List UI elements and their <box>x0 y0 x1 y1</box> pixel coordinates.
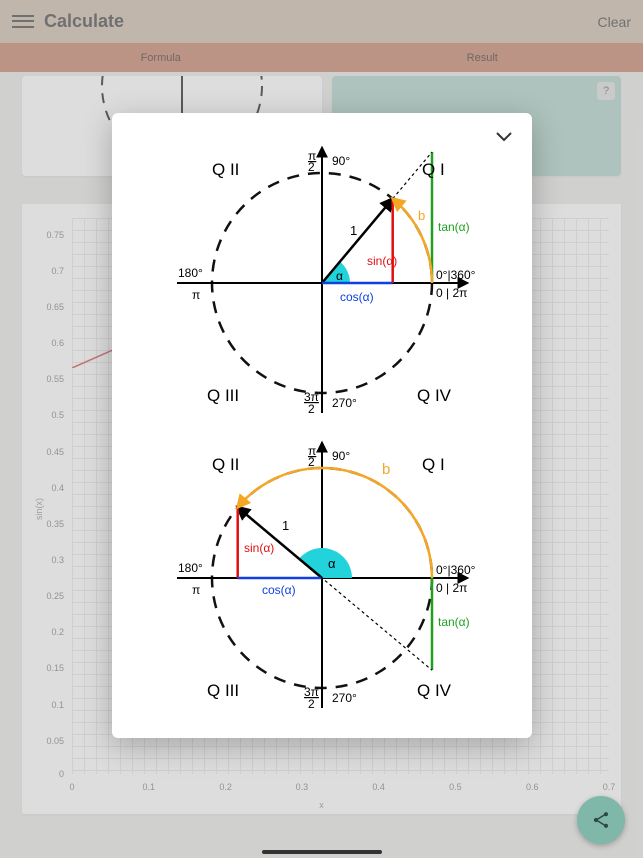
quadrant-label: Q III <box>207 386 239 405</box>
axis-label: 2 <box>308 402 315 416</box>
chevron-down-icon <box>494 127 514 147</box>
axis-label: 90° <box>332 154 350 168</box>
axis-label: 2 <box>308 160 315 174</box>
axis-label: 0°|360° <box>436 563 476 577</box>
value-label: tan(α) <box>438 220 470 234</box>
share-button[interactable] <box>577 796 625 844</box>
value-label: cos(α) <box>340 290 374 304</box>
close-button[interactable] <box>494 127 514 147</box>
axis-label: 0 | 2π <box>436 581 467 595</box>
quadrant-label: Q I <box>422 455 445 474</box>
axis-label: 90° <box>332 449 350 463</box>
axis-label: 2 <box>308 697 315 711</box>
value-label: b <box>418 208 425 223</box>
quadrant-label: Q III <box>207 681 239 700</box>
value-label: α <box>336 269 343 283</box>
value-label: 1 <box>282 518 289 533</box>
axis-label: 0 | 2π <box>436 286 467 300</box>
quadrant-label: Q II <box>212 160 239 179</box>
quadrant-label: Q IV <box>417 386 452 405</box>
axis-label: 270° <box>332 396 357 410</box>
axis-label: π <box>192 583 200 597</box>
axis-label: 0°|360° <box>436 268 476 282</box>
quadrant-label: Q IV <box>417 681 452 700</box>
unit-circle-modal: Q II Q I Q III Q IV π 2 90° 0°|360° 0 | … <box>112 113 532 738</box>
unit-circle-diagram-q2: Q II Q I Q III Q IV π 2 90° 0°|360° 0 | … <box>122 428 522 728</box>
axis-label: 180° <box>178 561 203 575</box>
value-label: tan(α) <box>438 615 470 629</box>
value-label: sin(α) <box>367 254 397 268</box>
unit-circle-diagram-q1: Q II Q I Q III Q IV π 2 90° 0°|360° 0 | … <box>122 123 522 423</box>
quadrant-label: Q II <box>212 455 239 474</box>
value-label: sin(α) <box>244 541 274 555</box>
axis-label: π <box>192 288 200 302</box>
quadrant-label: Q I <box>422 160 445 179</box>
axis-label: 2 <box>308 455 315 469</box>
axis-label: 180° <box>178 266 203 280</box>
share-icon <box>591 810 611 830</box>
axis-label: 270° <box>332 691 357 705</box>
value-label: b <box>382 461 390 478</box>
value-label: α <box>328 556 336 571</box>
home-indicator <box>262 850 382 854</box>
value-label: 1 <box>350 223 357 238</box>
value-label: cos(α) <box>262 583 296 597</box>
